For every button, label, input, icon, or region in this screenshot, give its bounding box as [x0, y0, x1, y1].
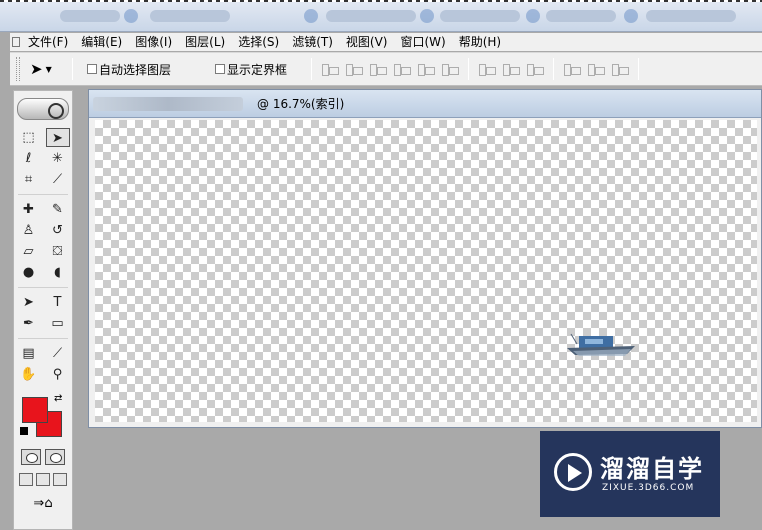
document-title-bar[interactable]: @ 16.7%(索引): [89, 90, 761, 118]
auto-select-checkbox[interactable]: [87, 64, 97, 74]
document-title: @ 16.7%(索引): [257, 97, 345, 111]
chevron-down-icon: ▼: [45, 64, 52, 74]
show-bounds-option[interactable]: 显示定界框: [215, 61, 287, 78]
standard-screen-mode-button[interactable]: [19, 473, 33, 486]
magic-wand-tool-icon[interactable]: ✳: [46, 149, 70, 168]
clone-stamp-tool-icon[interactable]: ♙: [17, 221, 41, 240]
jump-to-imageready-icon[interactable]: ⇒⌂: [22, 496, 64, 514]
tool-preset-picker[interactable]: ➤ ▼: [30, 60, 66, 78]
menu-layer[interactable]: 图层(L): [179, 33, 232, 51]
brush-tool-icon[interactable]: ✎: [46, 200, 70, 219]
slice-tool-icon[interactable]: ⟋: [46, 170, 70, 189]
watermark-subtitle: ZIXUE.3D66.COM: [602, 483, 695, 493]
align-top-icon[interactable]: [320, 62, 340, 76]
distribute-left-icon[interactable]: [562, 62, 582, 76]
redacted-filename: [93, 96, 243, 111]
menu-window[interactable]: 窗口(W): [394, 33, 452, 51]
eraser-tool-icon[interactable]: ▱: [17, 242, 41, 261]
document-window: @ 16.7%(索引): [88, 89, 762, 428]
history-brush-tool-icon[interactable]: ↺: [46, 221, 70, 240]
hand-tool-icon[interactable]: ✋: [17, 365, 41, 384]
divider: [553, 58, 555, 80]
divider: [72, 58, 73, 80]
divider: [468, 58, 470, 80]
align-left-icon[interactable]: [392, 62, 412, 76]
show-bounds-checkbox[interactable]: [215, 64, 226, 74]
app-icon: [12, 37, 20, 47]
full-screen-menu-mode-button[interactable]: [36, 473, 50, 486]
swap-colors-icon[interactable]: ⇄: [54, 393, 62, 404]
auto-select-label: 自动选择图层: [99, 62, 172, 77]
standard-mode-button[interactable]: [21, 449, 41, 465]
tools-panel: ⬚ ➤ ℓ ✳ ⌗ ⟋ ✚ ✎ ♙ ↺ ▱ ⛋ ● ◖ ➤ T ✒ ▭ ▤ ⟋ …: [13, 90, 73, 530]
healing-brush-tool-icon[interactable]: ✚: [17, 200, 41, 219]
move-tool-icon: ➤: [30, 60, 43, 78]
paint-bucket-tool-icon[interactable]: ⛋: [46, 242, 70, 261]
color-swatches: ⇄: [14, 393, 72, 441]
canvas[interactable]: [95, 120, 757, 422]
dodge-tool-icon[interactable]: ◖: [46, 263, 70, 282]
distribute-vertical-center-icon[interactable]: [501, 62, 521, 76]
window-title-bar: [0, 0, 762, 32]
auto-select-option[interactable]: 自动选择图层: [87, 61, 171, 78]
menu-filter[interactable]: 滤镜(T): [286, 33, 340, 51]
menu-file[interactable]: 文件(F): [22, 33, 75, 51]
distribute-bottom-icon[interactable]: [525, 62, 545, 76]
align-horizontal-center-icon[interactable]: [416, 62, 436, 76]
default-colors-icon[interactable]: [20, 427, 28, 435]
divider: [638, 58, 640, 80]
options-bar: ➤ ▼ 自动选择图层 显示定界框: [10, 52, 762, 86]
type-tool-icon[interactable]: T: [46, 293, 70, 312]
align-right-icon[interactable]: [440, 62, 460, 76]
quick-mask-mode-button[interactable]: [45, 449, 65, 465]
distribute-right-icon[interactable]: [610, 62, 630, 76]
distribute-horizontal-center-icon[interactable]: [586, 62, 606, 76]
feather-logo-icon: [17, 98, 69, 120]
options-bar-grip[interactable]: [16, 57, 20, 81]
notes-tool-icon[interactable]: ▤: [17, 344, 41, 363]
crop-tool-icon[interactable]: ⌗: [17, 170, 41, 189]
selection-marquee: [0, 0, 762, 2]
marquee-tool-icon[interactable]: ⬚: [17, 128, 41, 147]
path-selection-tool-icon[interactable]: ➤: [17, 293, 41, 312]
menu-bar: 文件(F) 编辑(E) 图像(I) 图层(L) 选择(S) 滤镜(T) 视图(V…: [10, 33, 762, 51]
play-circle-icon: [554, 453, 592, 491]
watermark-title: 溜溜自学: [600, 455, 704, 483]
distribute-top-icon[interactable]: [477, 62, 497, 76]
blur-tool-icon[interactable]: ●: [17, 263, 41, 282]
menu-image[interactable]: 图像(I): [129, 33, 179, 51]
lasso-tool-icon[interactable]: ℓ: [17, 149, 41, 168]
pen-tool-icon[interactable]: ✒: [17, 314, 41, 333]
zoom-tool-icon[interactable]: ⚲: [46, 365, 70, 384]
menu-edit[interactable]: 编辑(E): [75, 33, 129, 51]
full-screen-mode-button[interactable]: [53, 473, 67, 486]
eyedropper-tool-icon[interactable]: ⟋: [46, 344, 70, 363]
move-tool-icon[interactable]: ➤: [45, 128, 70, 147]
foreground-color-swatch[interactable]: [22, 397, 48, 423]
canvas-image-boat: [567, 333, 635, 356]
menu-help[interactable]: 帮助(H): [453, 33, 508, 51]
menu-view[interactable]: 视图(V): [340, 33, 395, 51]
show-bounds-label: 显示定界框: [227, 62, 288, 77]
rectangle-tool-icon[interactable]: ▭: [46, 314, 70, 333]
divider: [311, 58, 313, 80]
menu-select[interactable]: 选择(S): [232, 33, 286, 51]
watermark-logo: 溜溜自学 ZIXUE.3D66.COM: [540, 431, 720, 517]
align-bottom-icon[interactable]: [368, 62, 388, 76]
align-vertical-center-icon[interactable]: [344, 62, 364, 76]
tools-panel-header[interactable]: [14, 91, 72, 127]
